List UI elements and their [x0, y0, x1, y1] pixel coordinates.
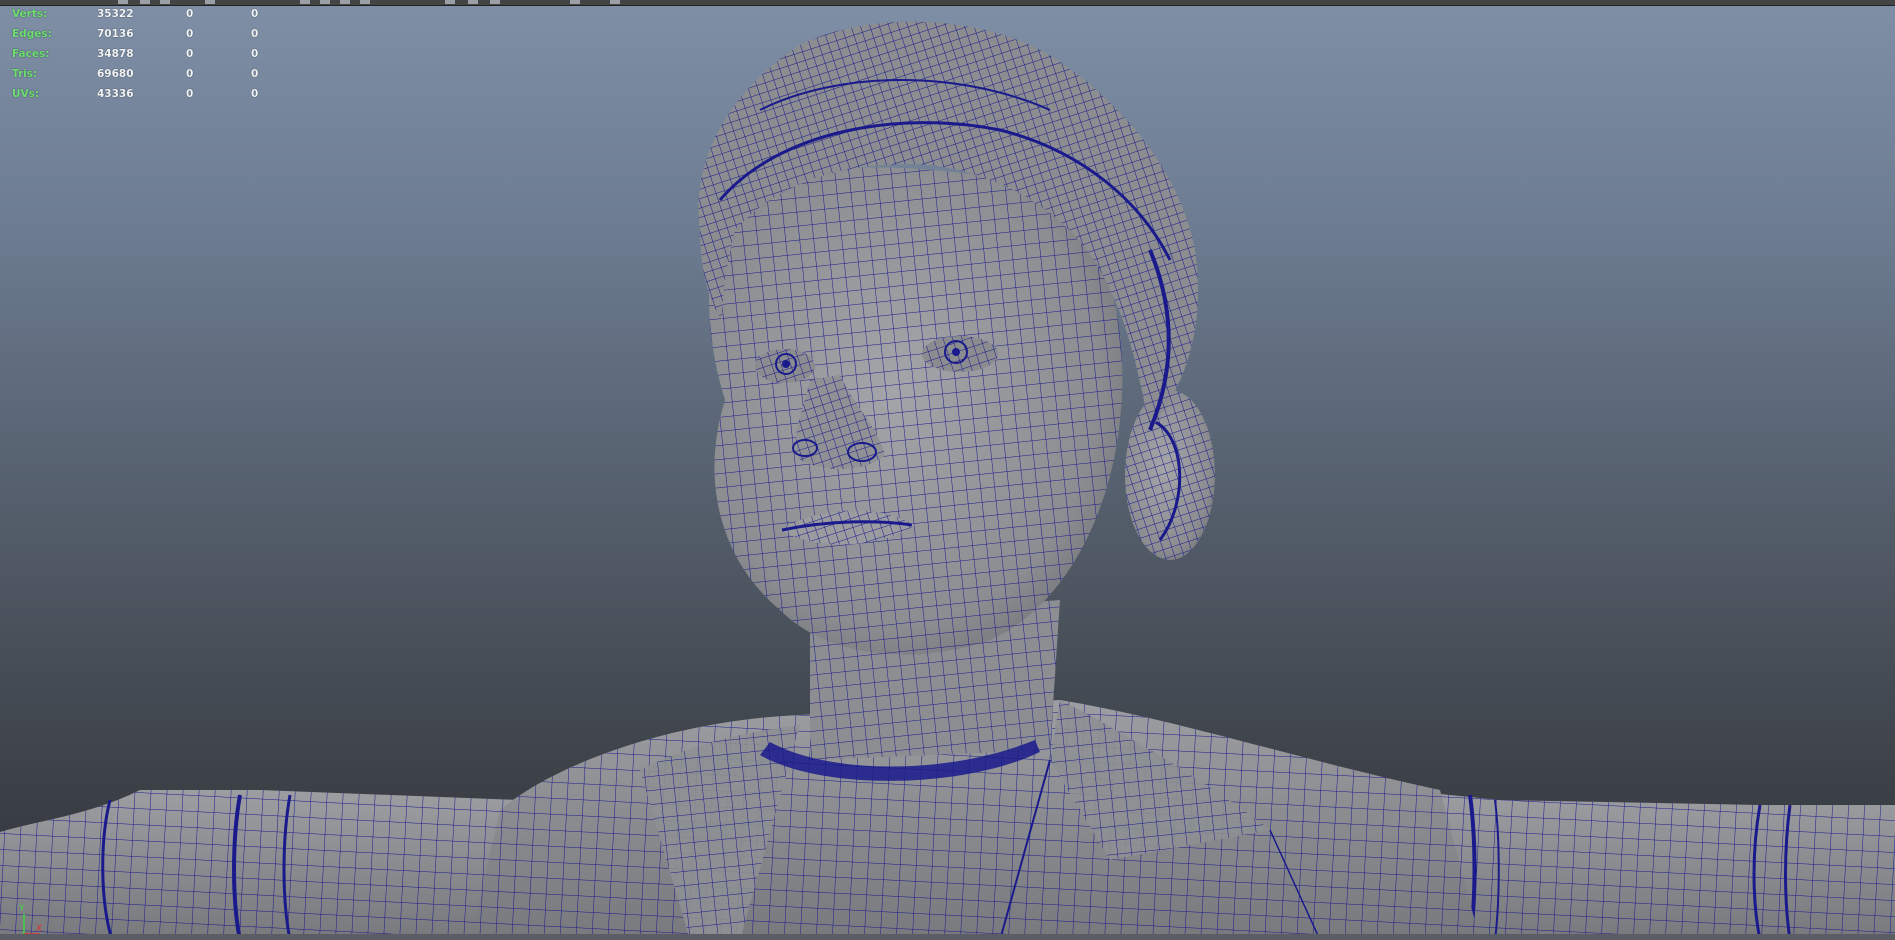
- hud-value: 0: [186, 8, 194, 20]
- hud-value: 70136: [97, 28, 134, 40]
- hud-label: Faces:: [12, 48, 50, 60]
- hud-value: 69680: [97, 68, 134, 80]
- hud-row-edges: Edges: 70136 0 0: [12, 24, 272, 44]
- hud-label: Verts:: [12, 8, 48, 20]
- hud-row-tris: Tris: 69680 0 0: [12, 64, 272, 84]
- left-arm: [0, 790, 520, 940]
- hud-label: UVs:: [12, 88, 40, 100]
- ear: [1125, 390, 1215, 560]
- axis-x-label: X: [36, 924, 43, 934]
- left-eye: [755, 349, 815, 383]
- hud-value: 34878: [97, 48, 134, 60]
- hud-value: 0: [251, 68, 259, 80]
- right-eye: [922, 336, 998, 372]
- hud-label: Tris:: [12, 68, 38, 80]
- hud-value: 0: [186, 88, 194, 100]
- head: [708, 167, 1123, 655]
- hud-row-verts: Verts: 35322 0 0: [12, 4, 272, 24]
- hud-value: 0: [251, 8, 259, 20]
- poly-count-hud: Verts: 35322 0 0 Edges: 70136 0 0 Faces:…: [12, 4, 272, 104]
- hud-value: 35322: [97, 8, 134, 20]
- hud-value: 0: [251, 28, 259, 40]
- hud-row-uvs: UVs: 43336 0 0: [12, 84, 272, 104]
- hud-row-faces: Faces: 34878 0 0: [12, 44, 272, 64]
- hud-value: 0: [251, 88, 259, 100]
- hud-value: 0: [186, 28, 194, 40]
- hud-label: Edges:: [12, 28, 52, 40]
- right-arm: [1400, 790, 1895, 940]
- hud-value: 0: [186, 68, 194, 80]
- hud-value: 43336: [97, 88, 134, 100]
- status-strip: [0, 934, 1895, 940]
- hud-value: 0: [186, 48, 194, 60]
- 3d-viewport[interactable]: Verts: 35322 0 0 Edges: 70136 0 0 Faces:…: [0, 0, 1895, 940]
- character-mesh[interactable]: [0, 0, 1895, 940]
- axis-y-label: Y: [19, 904, 25, 914]
- hud-value: 0: [251, 48, 259, 60]
